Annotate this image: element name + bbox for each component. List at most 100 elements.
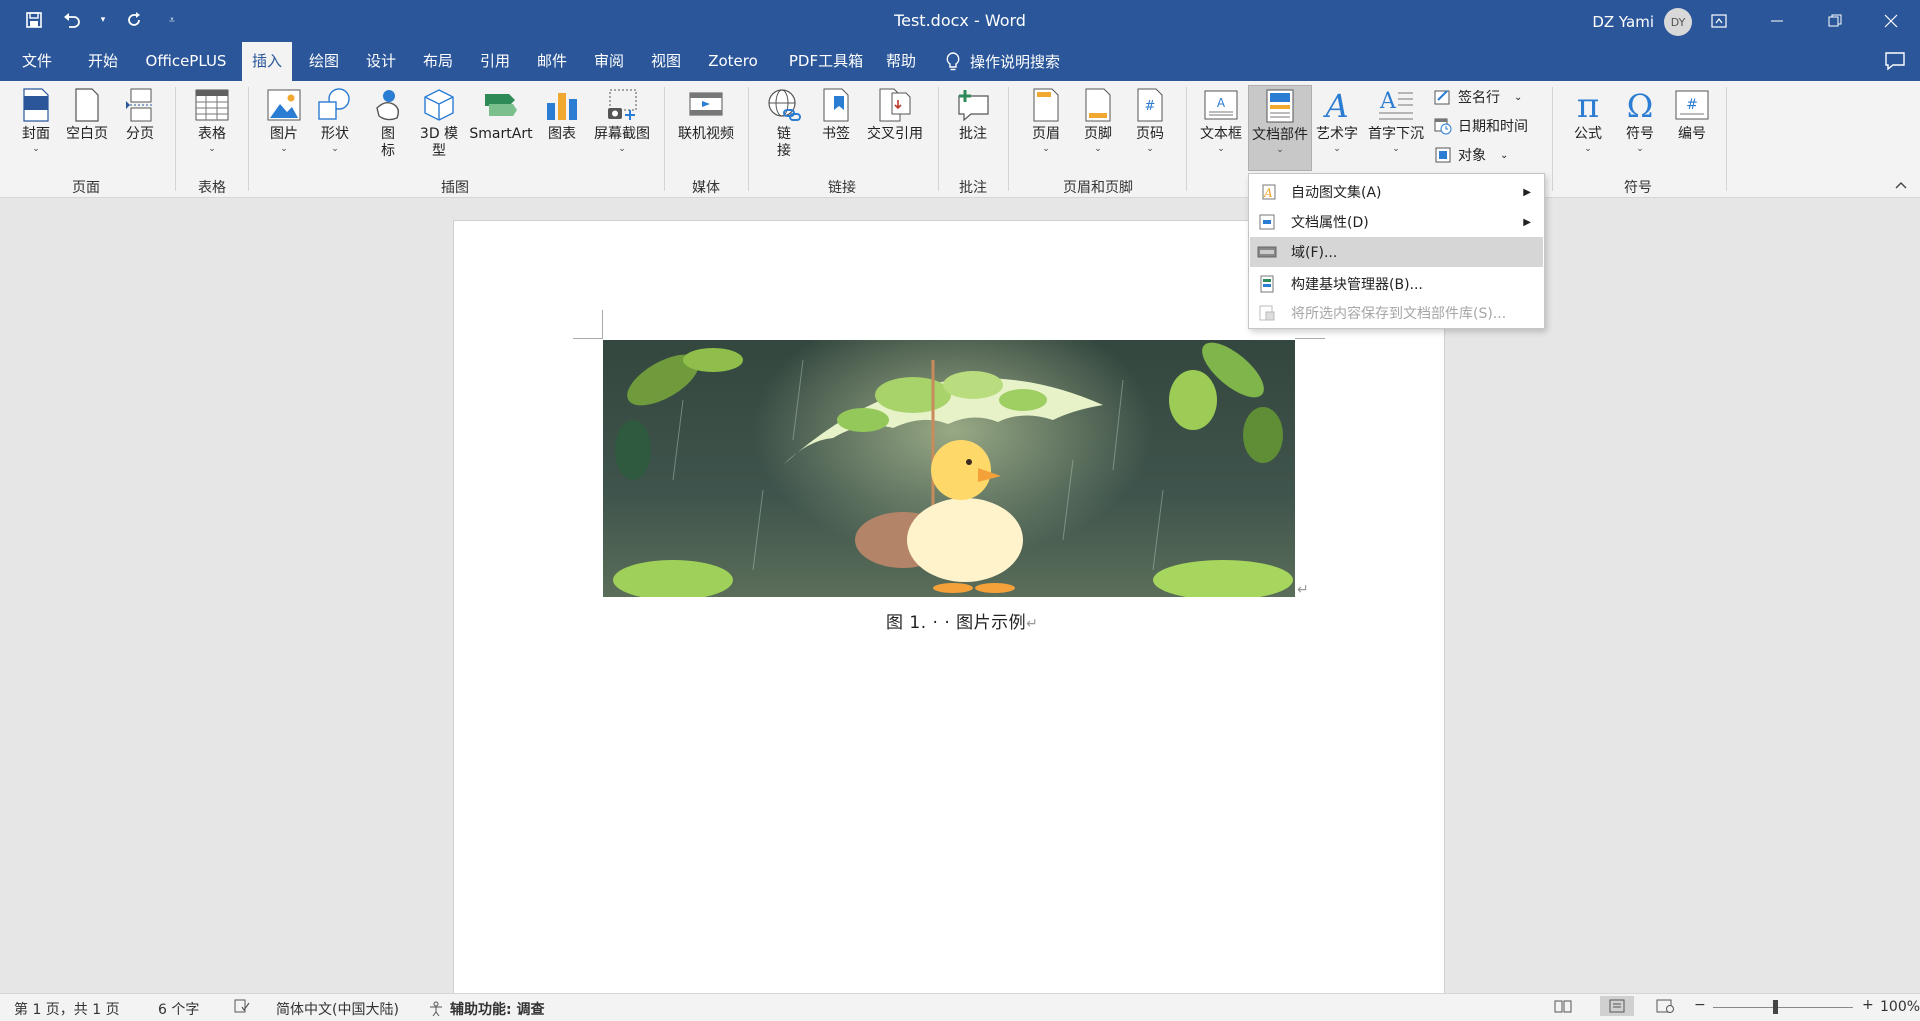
group-separator xyxy=(1008,87,1009,191)
tab-layout[interactable]: 布局 xyxy=(413,42,463,81)
wordart-icon: A xyxy=(1319,87,1355,123)
cover-page-button[interactable]: 封面 ⌄ xyxy=(18,87,54,155)
page-break-button[interactable]: 分页 xyxy=(118,87,162,143)
group-label-media: 媒体 xyxy=(692,180,720,196)
submenu-arrow-icon: ▶ xyxy=(1523,216,1531,228)
new-comment-button[interactable]: 批注 xyxy=(952,87,994,143)
figure-caption[interactable]: 图 1. · · 图片示例↵ xyxy=(886,608,1038,633)
menu-item-field[interactable]: 域(F)... xyxy=(1250,237,1543,267)
ribbon-display-options-icon[interactable] xyxy=(1690,0,1748,42)
new-comment-label: 批注 xyxy=(959,126,987,142)
blank-page-button[interactable]: 空白页 xyxy=(64,87,110,143)
smartart-button[interactable]: SmartArt xyxy=(466,87,536,143)
tab-view[interactable]: 视图 xyxy=(641,42,691,81)
table-button[interactable]: 表格 ⌄ xyxy=(190,87,234,155)
drop-cap-label: 首字下沉 xyxy=(1368,126,1424,142)
document-picture[interactable] xyxy=(603,340,1295,597)
symbol-button[interactable]: Ω 符号 ⌄ xyxy=(1620,87,1660,155)
object-button[interactable]: 对象 ⌄ xyxy=(1434,145,1508,165)
language-indicator[interactable]: 简体中文(中国大陆) xyxy=(276,999,399,1019)
bookmark-button[interactable]: 书签 xyxy=(816,87,856,143)
autotext-icon: A xyxy=(1256,181,1278,203)
proofing-icon[interactable] xyxy=(234,999,250,1013)
zoom-slider-track[interactable] xyxy=(1713,1007,1853,1008)
document-property-icon xyxy=(1256,211,1278,233)
page-count[interactable]: 第 1 页，共 1 页 xyxy=(14,999,120,1019)
tell-me-search[interactable]: 操作说明搜索 xyxy=(946,42,1060,81)
caption-text: 图 1. · · 图片示例 xyxy=(886,613,1027,633)
accessibility-checker[interactable]: 辅助功能: 调查 xyxy=(428,999,544,1019)
wordart-button[interactable]: A 艺术字 ⌄ xyxy=(1314,87,1360,155)
date-time-button[interactable]: 日期和时间 xyxy=(1434,116,1528,136)
tab-officeplus[interactable]: OfficePLUS xyxy=(138,42,234,81)
tab-review[interactable]: 审阅 xyxy=(584,42,634,81)
page-number-button[interactable]: # 页码 ⌄ xyxy=(1130,87,1170,155)
zoom-in-button[interactable]: + xyxy=(1862,997,1874,1013)
equation-button[interactable]: π 公式 ⌄ xyxy=(1568,87,1608,155)
tab-design[interactable]: 设计 xyxy=(356,42,406,81)
chart-button[interactable]: 图表 xyxy=(542,87,582,143)
title-bar: ▾ ⩡ Test.docx - Word DZ Yami DY xyxy=(0,0,1920,42)
quick-parts-label: 文档部件 xyxy=(1252,127,1308,143)
menu-item-document-property[interactable]: 文档属性(D) ▶ xyxy=(1250,207,1543,237)
tab-zotero[interactable]: Zotero xyxy=(698,42,768,81)
account-area[interactable]: DZ Yami DY xyxy=(1592,8,1692,36)
status-bar: 第 1 页，共 1 页 6 个字 简体中文(中国大陆) 辅助功能: 调查 − +… xyxy=(0,993,1920,1021)
screenshot-button[interactable]: 屏幕截图 ⌄ xyxy=(588,87,656,155)
header-button[interactable]: 页眉 ⌄ xyxy=(1026,87,1066,155)
cross-reference-label: 交叉引用 xyxy=(867,126,923,142)
zoom-level[interactable]: 100% xyxy=(1880,999,1920,1015)
online-video-label: 联机视频 xyxy=(678,126,734,142)
tab-mailings[interactable]: 邮件 xyxy=(527,42,577,81)
user-name: DZ Yami xyxy=(1592,13,1654,31)
pictures-button[interactable]: 图片 ⌄ xyxy=(264,87,304,155)
print-layout-icon[interactable] xyxy=(1600,996,1634,1016)
tab-references[interactable]: 引用 xyxy=(470,42,520,81)
close-icon[interactable] xyxy=(1862,0,1920,42)
cross-reference-button[interactable]: 交叉引用 xyxy=(860,87,930,143)
comments-icon[interactable] xyxy=(1884,51,1908,71)
online-video-button[interactable]: 联机视频 xyxy=(674,87,738,143)
3d-models-button[interactable]: 3D 模 型 xyxy=(416,87,462,160)
tab-home[interactable]: 开始 xyxy=(78,42,128,81)
chevron-down-icon: ⌄ xyxy=(331,144,339,154)
collapse-ribbon-icon[interactable] xyxy=(1894,179,1908,193)
numbering-button[interactable]: # 编号 xyxy=(1672,87,1712,143)
tab-file[interactable]: 文件 xyxy=(12,42,62,81)
drop-cap-button[interactable]: A 首字下沉 ⌄ xyxy=(1364,87,1428,155)
signature-line-button[interactable]: 签名行 ⌄ xyxy=(1434,87,1522,107)
icons-button[interactable]: 图 标 xyxy=(368,87,408,160)
link-button[interactable]: 链 接 xyxy=(764,87,804,160)
avatar[interactable]: DY xyxy=(1664,8,1692,36)
svg-text:π: π xyxy=(1577,88,1599,122)
restore-icon[interactable] xyxy=(1806,0,1864,42)
link-label-line2: 接 xyxy=(777,143,791,159)
tab-help[interactable]: 帮助 xyxy=(876,42,926,81)
bar-chart-icon xyxy=(544,87,580,123)
tab-insert[interactable]: 插入 xyxy=(242,42,292,81)
read-mode-icon[interactable] xyxy=(1554,999,1572,1013)
symbol-label: 符号 xyxy=(1626,126,1654,142)
shapes-button[interactable]: 形状 ⌄ xyxy=(314,87,356,155)
zoom-out-button[interactable]: − xyxy=(1694,997,1706,1013)
chevron-down-icon: ⌄ xyxy=(208,144,216,154)
tab-pdf-toolbox[interactable]: PDF工具箱 xyxy=(778,42,874,81)
web-layout-icon[interactable] xyxy=(1656,999,1674,1013)
footer-button[interactable]: 页脚 ⌄ xyxy=(1078,87,1118,155)
minimize-icon[interactable] xyxy=(1748,0,1806,42)
menu-item-building-blocks-organizer[interactable]: 构建基块管理器(B)... xyxy=(1250,269,1543,299)
zoom-slider-thumb[interactable] xyxy=(1773,1000,1778,1014)
group-label-pages: 页面 xyxy=(72,180,100,196)
chevron-down-icon: ⌄ xyxy=(1094,144,1102,154)
word-count[interactable]: 6 个字 xyxy=(158,999,199,1019)
text-box-button[interactable]: A 文本框 ⌄ xyxy=(1196,87,1246,155)
menu-item-autotext[interactable]: A 自动图文集(A) ▶ xyxy=(1250,177,1543,207)
chevron-down-icon: ⌄ xyxy=(1217,144,1225,154)
numbering-label: 编号 xyxy=(1678,126,1706,142)
quick-parts-button[interactable]: 文档部件 ⌄ xyxy=(1248,85,1312,171)
svg-text:Ω: Ω xyxy=(1627,88,1654,122)
submenu-arrow-icon: ▶ xyxy=(1523,186,1531,198)
tab-draw[interactable]: 绘图 xyxy=(299,42,349,81)
chevron-down-icon: ⌄ xyxy=(1500,149,1509,161)
pictures-label: 图片 xyxy=(270,126,298,142)
